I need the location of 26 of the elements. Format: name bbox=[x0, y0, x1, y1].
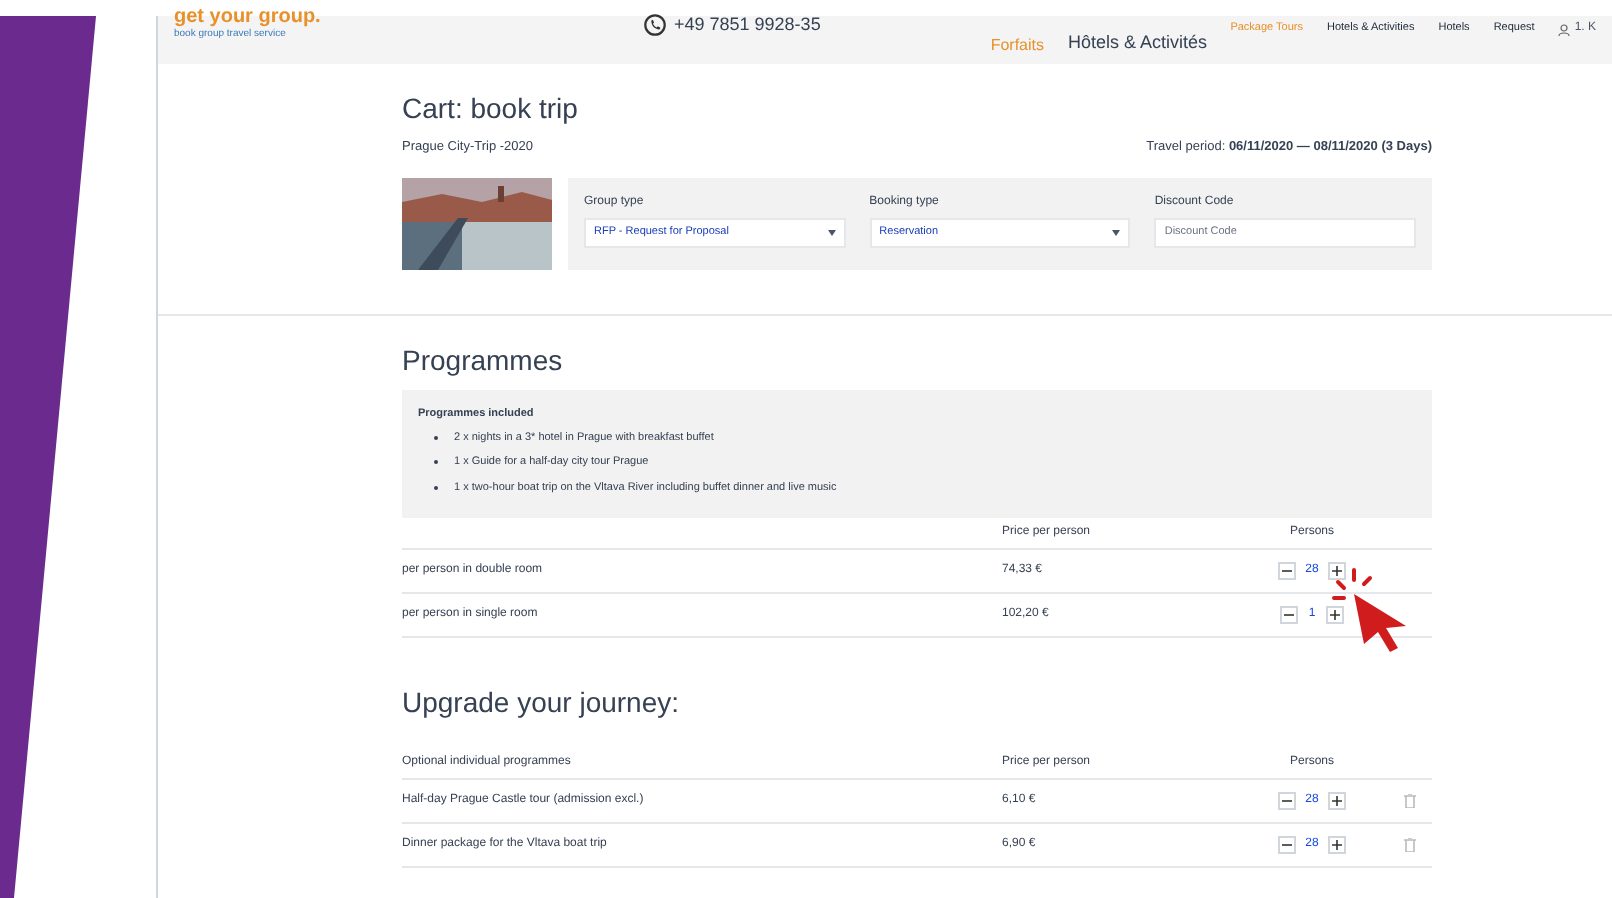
minus-button[interactable] bbox=[1280, 605, 1299, 624]
plus-icon bbox=[1332, 565, 1343, 576]
minus-button[interactable] bbox=[1277, 791, 1296, 810]
minus-icon bbox=[1281, 565, 1292, 576]
phone-icon bbox=[644, 14, 666, 37]
nav-caption: Hôtels & Activités bbox=[1068, 30, 1208, 56]
plus-button[interactable] bbox=[1328, 791, 1347, 810]
minus-icon bbox=[1281, 795, 1292, 806]
user-icon bbox=[1558, 23, 1571, 35]
plus-icon bbox=[1332, 839, 1343, 850]
plus-button[interactable] bbox=[1325, 605, 1344, 624]
page-title: Cart: book trip bbox=[402, 90, 580, 128]
plus-button[interactable] bbox=[1328, 835, 1347, 854]
caret-icon bbox=[827, 229, 836, 236]
minus-icon bbox=[1284, 609, 1295, 620]
plus-icon bbox=[1329, 609, 1340, 620]
nav-caption: Forfaits bbox=[990, 33, 1044, 57]
plus-button[interactable] bbox=[1328, 561, 1347, 580]
minus-icon bbox=[1281, 839, 1292, 850]
minus-button[interactable] bbox=[1277, 835, 1296, 854]
phone-number: +49 7851 9928-35 bbox=[674, 12, 821, 38]
section-title: Upgrade your journey: bbox=[402, 683, 682, 722]
caret-icon bbox=[1112, 229, 1121, 236]
plus-icon bbox=[1332, 795, 1343, 806]
minus-button[interactable] bbox=[1277, 561, 1296, 580]
section-title: Programmes bbox=[402, 341, 565, 380]
